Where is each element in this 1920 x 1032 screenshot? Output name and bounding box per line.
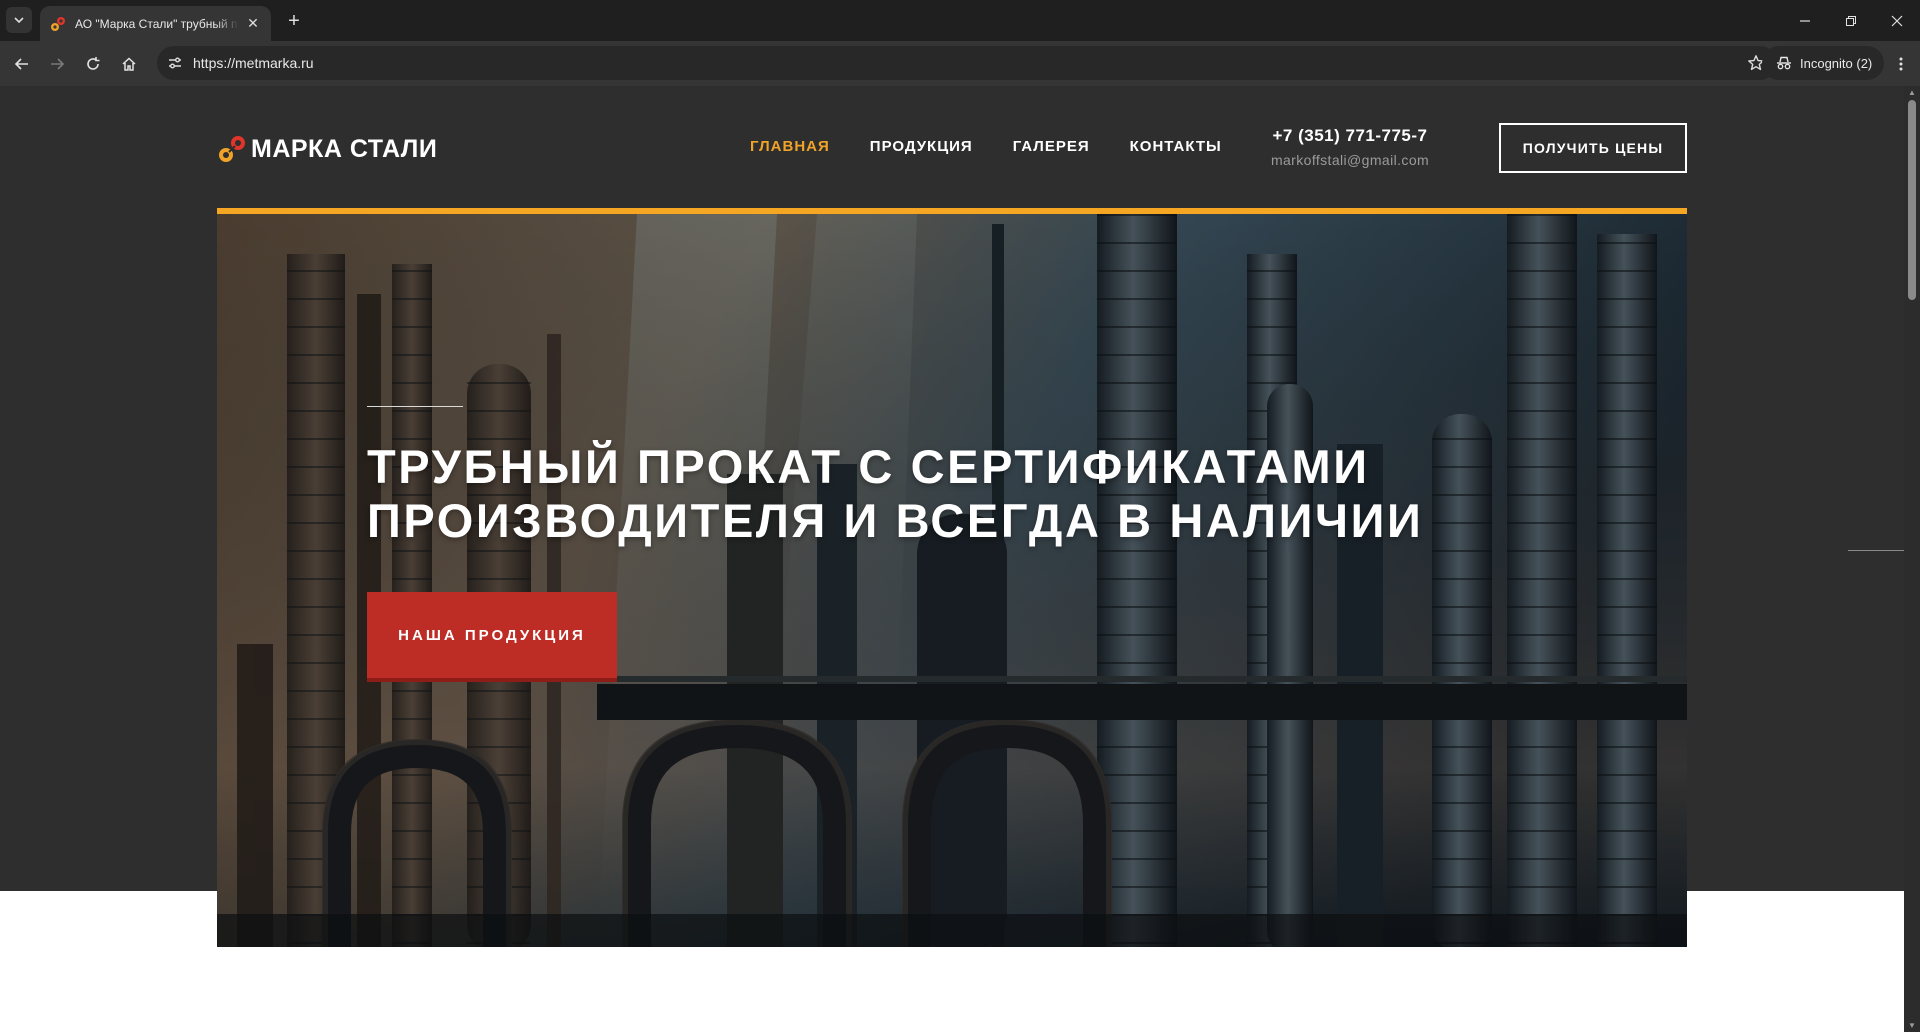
tab-close-icon[interactable]: ✕ <box>245 15 261 32</box>
hero-headline-line-2: ПРОИЗВОДИТЕЛЯ И ВСЕГДА В НАЛИЧИИ <box>367 494 1424 547</box>
scroll-up-icon[interactable]: ▲ <box>1908 88 1916 97</box>
hero-headline-line-1: ТРУБНЫЙ ПРОКАТ С СЕРТИФИКАТАМИ <box>367 440 1370 493</box>
tab-title: АО "Марка Стали" трубный прокат <box>75 16 239 31</box>
scroll-down-icon[interactable]: ▼ <box>1908 1021 1916 1030</box>
side-decoration-line <box>1848 550 1904 551</box>
browser-tab-strip: АО "Марка Стали" трубный прокат ✕ + <box>0 0 1920 41</box>
arrow-right-icon <box>51 58 65 70</box>
site-favicon-icon <box>51 16 65 31</box>
hero-headline: ТРУБНЫЙ ПРОКАТ С СЕРТИФИКАТАМИ ПРОИЗВОДИ… <box>367 440 1423 548</box>
forward-button[interactable] <box>42 49 72 79</box>
scrollbar-thumb[interactable] <box>1908 100 1916 300</box>
nav-link-home[interactable]: ГЛАВНАЯ <box>750 138 830 155</box>
incognito-icon <box>1777 56 1791 70</box>
browser-toolbar: https://metmarka.ru Incognito (2) <box>0 41 1920 86</box>
header-contacts: +7 (351) 771-775-7 markoffstali@gmail.co… <box>1262 126 1438 168</box>
incognito-label: Incognito (2) <box>1800 55 1873 71</box>
more-vertical-icon <box>1899 57 1903 71</box>
close-window-button[interactable] <box>1874 0 1920 41</box>
back-button[interactable] <box>7 49 37 79</box>
our-products-button[interactable]: НАША ПРОДУКЦИЯ <box>367 592 617 682</box>
hero-industrial-background <box>217 214 1687 947</box>
arrow-left-icon <box>14 58 28 70</box>
browser-tab[interactable]: АО "Марка Стали" трубный прокат ✕ <box>40 6 271 41</box>
site-info-icon[interactable] <box>165 53 185 73</box>
nav-link-products[interactable]: ПРОДУКЦИЯ <box>870 138 973 155</box>
get-prices-button[interactable]: ПОЛУЧИТЬ ЦЕНЫ <box>1499 123 1687 173</box>
logo-chain-icon <box>219 136 245 162</box>
nav-link-contacts[interactable]: КОНТАКТЫ <box>1130 138 1222 155</box>
url-text: https://metmarka.ru <box>193 55 314 71</box>
site-logo[interactable]: МАРКА СТАЛИ <box>217 134 437 164</box>
page-scrollbar[interactable]: ▲ ▼ <box>1904 86 1920 1032</box>
new-tab-button[interactable]: + <box>281 8 307 34</box>
tab-search-button[interactable] <box>6 7 32 33</box>
browser-menu-button[interactable] <box>1886 49 1916 79</box>
logo-text: МАРКА СТАЛИ <box>251 134 438 163</box>
reload-button[interactable] <box>78 49 108 79</box>
nav-link-gallery[interactable]: ГАЛЕРЕЯ <box>1013 138 1090 155</box>
address-bar[interactable]: https://metmarka.ru <box>157 46 1777 80</box>
hero-accent-line <box>367 406 463 407</box>
minimize-button[interactable] <box>1782 0 1828 41</box>
close-icon <box>1891 15 1903 26</box>
email-link[interactable]: markoffstali@gmail.com <box>1262 152 1438 168</box>
phone-link[interactable]: +7 (351) 771-775-7 <box>1262 126 1438 146</box>
hero-banner: ТРУБНЫЙ ПРОКАТ С СЕРТИФИКАТАМИ ПРОИЗВОДИ… <box>217 208 1687 947</box>
reload-icon <box>87 57 100 70</box>
main-nav: ГЛАВНАЯ ПРОДУКЦИЯ ГАЛЕРЕЯ КОНТАКТЫ <box>750 138 1222 155</box>
incognito-profile-button[interactable]: Incognito (2) <box>1762 46 1884 80</box>
chevron-down-icon <box>14 17 24 24</box>
restore-icon <box>1846 15 1856 26</box>
home-button[interactable] <box>114 49 144 79</box>
page-viewport: МАРКА СТАЛИ ГЛАВНАЯ ПРОДУКЦИЯ ГАЛЕРЕЯ КО… <box>0 86 1904 1032</box>
home-icon <box>122 57 136 71</box>
minimize-icon <box>1800 19 1810 22</box>
restore-button[interactable] <box>1828 0 1874 41</box>
